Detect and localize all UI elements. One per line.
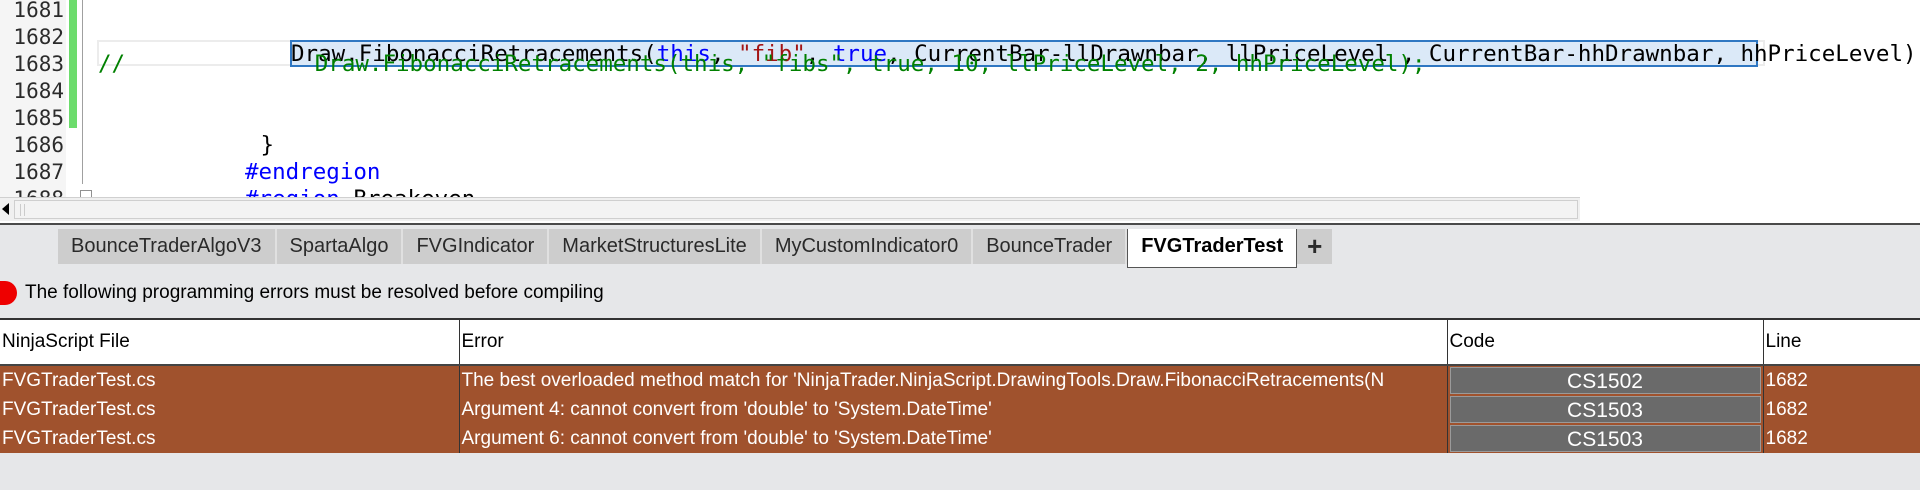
file-cell: FVGTraderTest.cs: [0, 395, 459, 424]
error-table: NinjaScript File Error Code Line FVGTrad…: [0, 318, 1920, 453]
file-cell: FVGTraderTest.cs: [0, 365, 459, 395]
code-cell: CS1503: [1446, 395, 1763, 424]
line-cell: 1682: [1762, 424, 1920, 453]
column-header-line[interactable]: Line: [1762, 318, 1920, 366]
line-number: 1684: [13, 79, 64, 103]
code-line-1683[interactable]: // Draw.FibonacciRetracements(this, "fib…: [98, 51, 1426, 78]
column-header-error[interactable]: Error: [458, 318, 1447, 366]
tab-bouncetrader[interactable]: BounceTrader: [973, 229, 1128, 264]
error-cell: Argument 4: cannot convert from 'double'…: [458, 395, 1447, 424]
error-dot-icon: [0, 281, 17, 305]
tab-mycustomindicator0[interactable]: MyCustomIndicator0: [761, 229, 974, 264]
line-number: 1687: [13, 160, 64, 184]
code-cell: CS1503: [1446, 424, 1763, 453]
error-code-badge[interactable]: CS1503: [1449, 396, 1761, 423]
line-cell: 1682: [1762, 395, 1920, 424]
table-row[interactable]: FVGTraderTest.cs The best overloaded met…: [0, 365, 1920, 395]
line-number: 1685: [13, 106, 64, 130]
scrollbar-thumb[interactable]: [14, 200, 1578, 219]
error-message: The following programming errors must be…: [25, 282, 604, 303]
tab-bouncetraderalgov3[interactable]: BounceTraderAlgoV3: [58, 229, 277, 264]
tab-fvgindicator[interactable]: FVGIndicator: [403, 229, 550, 264]
table-row[interactable]: FVGTraderTest.cs Argument 6: cannot conv…: [0, 424, 1920, 453]
horizontal-scrollbar[interactable]: [0, 197, 1580, 221]
line-number: 1683: [13, 52, 64, 76]
line-number: 1682: [13, 25, 64, 49]
code-cell: CS1502: [1446, 365, 1763, 395]
file-tabs: BounceTraderAlgoV3 SpartaAlgo FVGIndicat…: [58, 229, 1333, 268]
scroll-left-icon[interactable]: [2, 203, 9, 215]
scrollbar-grip-icon: [20, 204, 25, 216]
line-number: 1688: [0, 186, 64, 197]
column-header-code[interactable]: Code: [1446, 318, 1763, 366]
tab-marketstructureslite[interactable]: MarketStructuresLite: [549, 229, 762, 264]
change-indicator: [69, 0, 77, 128]
tab-spartaalgo[interactable]: SpartaAlgo: [276, 229, 404, 264]
line-number: 1681: [13, 0, 64, 22]
error-code-badge[interactable]: CS1503: [1449, 425, 1761, 452]
error-cell: The best overloaded method match for 'Ni…: [458, 365, 1447, 395]
file-cell: FVGTraderTest.cs: [0, 424, 459, 453]
code-editor[interactable]: 1681 1682 1683 1684 1685 1686 1687 1688 …: [0, 0, 1920, 197]
error-code-badge[interactable]: CS1502: [1449, 367, 1761, 394]
line-number: 1686: [13, 133, 64, 157]
line-number-gutter: 1681 1682 1683 1684 1685 1686 1687 1688: [0, 0, 66, 197]
tab-fvgtradertest[interactable]: FVGTraderTest: [1127, 229, 1298, 268]
fold-guide: [82, 0, 83, 184]
code-line-1686[interactable]: }: [98, 132, 275, 159]
code-line-1687[interactable]: #endregion: [245, 159, 380, 186]
error-banner: The following programming errors must be…: [0, 279, 604, 307]
line-cell: 1682: [1762, 365, 1920, 395]
column-header-file[interactable]: NinjaScript File: [0, 318, 459, 366]
code-line-1688[interactable]: #region Breakeven: [245, 186, 475, 197]
error-cell: Argument 6: cannot convert from 'double'…: [458, 424, 1447, 453]
table-row[interactable]: FVGTraderTest.cs Argument 4: cannot conv…: [0, 395, 1920, 424]
error-panel: BounceTraderAlgoV3 SpartaAlgo FVGIndicat…: [0, 223, 1920, 490]
fold-toggle[interactable]: [80, 190, 92, 197]
add-tab-button[interactable]: +: [1297, 229, 1333, 264]
